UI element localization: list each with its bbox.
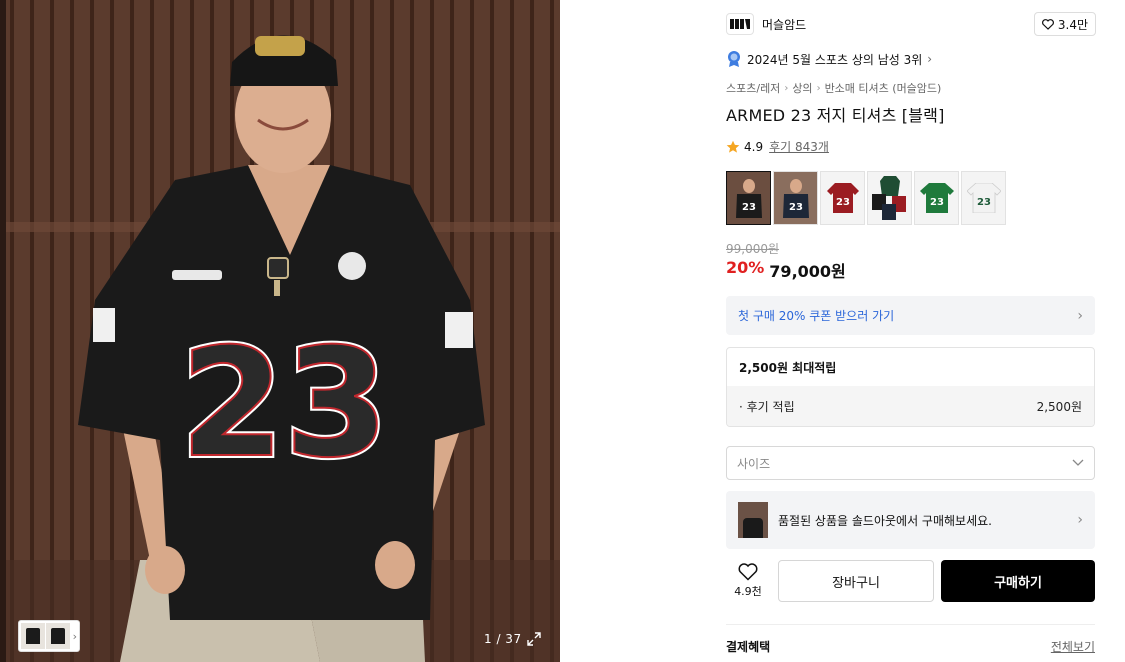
- color-option[interactable]: 23: [773, 171, 818, 225]
- jersey-thumbnail-icon: 23: [782, 179, 809, 218]
- svg-text:23: 23: [789, 202, 803, 213]
- gallery-thumbnail-strip[interactable]: ›: [18, 620, 80, 652]
- chevron-down-icon: [1072, 459, 1084, 466]
- product-main-photo: 23 23: [0, 0, 560, 662]
- purchase-actions: 4.9천 장바구니 구매하기: [726, 559, 1095, 603]
- points-row-value: 2,500원: [1036, 399, 1082, 414]
- gallery-thumb[interactable]: [21, 623, 45, 649]
- jersey-thumbnail-icon: 23: [919, 183, 954, 213]
- soldout-text: 품절된 상품을 솔드아웃에서 구매해보세요.: [778, 513, 992, 528]
- divider: [726, 624, 1095, 625]
- buy-now-button[interactable]: 구매하기: [941, 560, 1095, 602]
- color-option[interactable]: [867, 171, 912, 225]
- first-purchase-coupon-banner[interactable]: 첫 구매 20% 쿠폰 받으러 가기 ›: [726, 296, 1095, 335]
- brand-like-count: 3.4만: [1057, 17, 1088, 32]
- points-row-label: · 후기 적립: [739, 399, 795, 414]
- star-icon: [726, 140, 740, 153]
- sale-price: 79,000원: [769, 262, 846, 281]
- coupon-label: 첫 구매 20% 쿠폰 받으러 가기: [738, 309, 895, 323]
- product-title: ARMED 23 저지 티셔츠 [블랙]: [726, 106, 945, 125]
- points-row: · 후기 적립 2,500원: [727, 386, 1094, 426]
- rating-row: 4.9 후기 843개: [726, 138, 829, 155]
- size-select[interactable]: 사이즈: [726, 446, 1095, 480]
- svg-text:23: 23: [836, 197, 850, 208]
- chevron-right-icon: ›: [927, 52, 933, 66]
- brand-like-button[interactable]: 3.4만: [1033, 12, 1096, 36]
- chevron-right-icon: ›: [784, 82, 789, 94]
- add-to-cart-button[interactable]: 장바구니: [778, 560, 934, 602]
- brand-row: 머슬암드 3.4만: [726, 12, 1096, 36]
- heart-icon: [1041, 18, 1054, 30]
- jersey-thumbnail-icon: 23: [826, 183, 859, 213]
- discount-rate: 20%: [726, 258, 765, 277]
- brand-name[interactable]: 머슬암드: [762, 16, 806, 33]
- wishlist-button[interactable]: 4.9천: [726, 563, 770, 599]
- ranking-row[interactable]: 2024년 5월 스포츠 상의 남성 3위 ›: [726, 50, 932, 68]
- brand-logo-icon: [730, 19, 750, 29]
- points-max: 2,500원 최대적립: [739, 360, 837, 375]
- medal-icon: [728, 51, 740, 67]
- price-row: 20% 79,000원: [726, 258, 846, 282]
- brand-logo[interactable]: [726, 13, 754, 35]
- ranking-text: 2024년 5월 스포츠 상의 남성 3위: [747, 52, 923, 67]
- chevron-right-icon[interactable]: ›: [73, 630, 77, 643]
- review-count-link[interactable]: 후기 843개: [769, 138, 829, 155]
- chevron-right-icon: ›: [1077, 512, 1083, 528]
- svg-text:23: 23: [930, 197, 944, 208]
- breadcrumb-item[interactable]: 상의: [792, 80, 812, 96]
- color-option[interactable]: 23: [961, 171, 1006, 225]
- image-counter: 1 / 37: [484, 632, 522, 646]
- original-price: 99,000원: [726, 242, 780, 256]
- chevron-right-icon: ›: [1077, 307, 1083, 324]
- jersey-thumbnail-icon: [871, 176, 906, 220]
- heart-icon: [738, 563, 758, 581]
- gallery-thumb[interactable]: [45, 623, 70, 649]
- payment-benefits-row: 결제혜택 전체보기: [726, 638, 1095, 655]
- payment-benefits-title: 결제혜택: [726, 640, 771, 654]
- color-option[interactable]: 23: [914, 171, 959, 225]
- color-option[interactable]: 23: [820, 171, 865, 225]
- product-image-gallery[interactable]: 23 23 › 1 / 37: [0, 0, 560, 662]
- svg-text:23: 23: [742, 202, 756, 213]
- chevron-right-icon: ›: [816, 82, 821, 94]
- wishlist-count: 4.9천: [734, 585, 762, 598]
- color-option[interactable]: 23: [726, 171, 771, 225]
- breadcrumb-item[interactable]: 반소매 티셔츠 (머슬암드): [825, 80, 942, 96]
- expand-icon[interactable]: [527, 632, 541, 646]
- points-box: 2,500원 최대적립 · 후기 적립 2,500원: [726, 347, 1095, 427]
- soldout-product-thumbnail: [738, 502, 768, 538]
- color-options: 23 23 23 23 23: [726, 171, 1006, 225]
- jersey-thumbnail-icon: 23: [735, 179, 762, 218]
- size-placeholder: 사이즈: [737, 456, 771, 471]
- rating-value: 4.9: [744, 139, 764, 154]
- svg-text:23: 23: [977, 197, 991, 208]
- breadcrumb: 스포츠/레저 › 상의 › 반소매 티셔츠 (머슬암드): [726, 80, 941, 96]
- soldout-banner[interactable]: 품절된 상품을 솔드아웃에서 구매해보세요. ›: [726, 491, 1095, 549]
- svg-text:23: 23: [180, 317, 389, 491]
- view-all-link[interactable]: 전체보기: [1051, 638, 1095, 655]
- jersey-thumbnail-icon: 23: [966, 183, 1001, 213]
- breadcrumb-item[interactable]: 스포츠/레저: [726, 80, 780, 96]
